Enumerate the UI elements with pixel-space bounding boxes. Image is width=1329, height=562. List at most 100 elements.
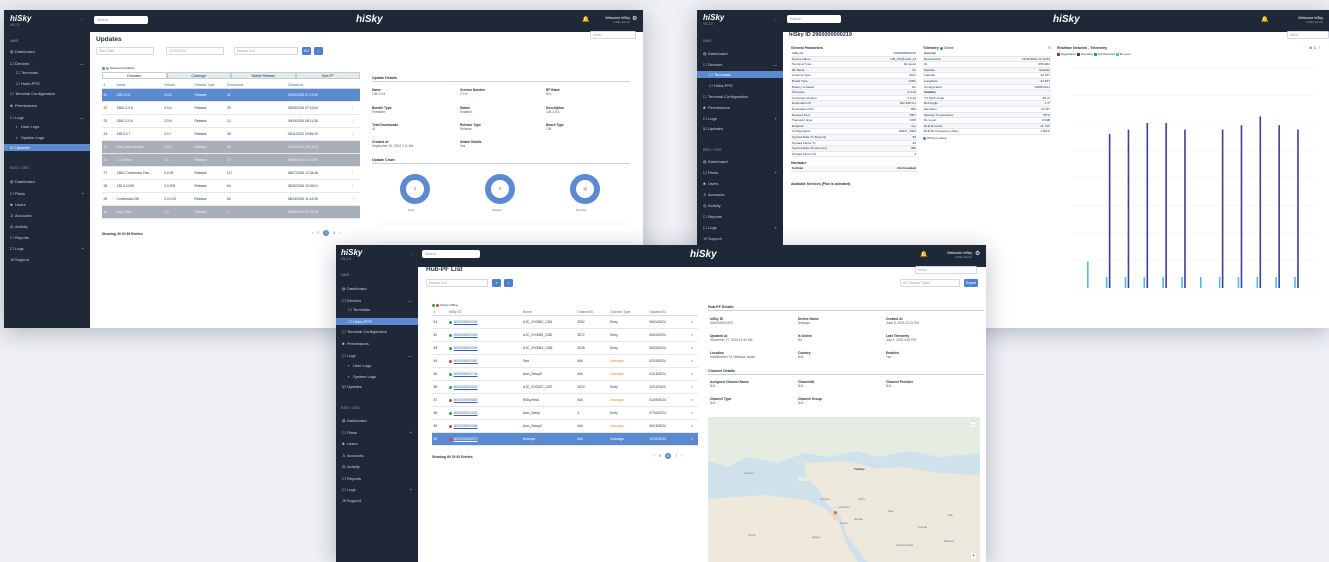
start-date-input[interactable]: Start Date bbox=[96, 47, 154, 55]
table-row[interactable]: 53 5000000002054 UJC_CH3054_1353 3026 Entry… bbox=[432, 341, 698, 355]
user-welcome[interactable]: Welcome hiSky hiSky Admin bbox=[1281, 16, 1323, 25]
table-row[interactable]: 27 138G Conversion Fas... 0.0.99 Release 117… bbox=[102, 166, 360, 180]
bss-nav-accounts[interactable]: ♙Accounts bbox=[697, 191, 783, 198]
hisky-id-cell[interactable]: 5000000004972 bbox=[447, 432, 522, 446]
hisky-id-link[interactable]: 5000000003022 bbox=[454, 385, 478, 389]
hisky-id-link[interactable]: 5000000002052 bbox=[454, 320, 478, 324]
nav-terminals[interactable]: ☐Terminals bbox=[336, 306, 418, 313]
export-button[interactable]: Export bbox=[964, 279, 978, 287]
nav-terminals[interactable]: ☐Terminals bbox=[697, 71, 783, 78]
page-5[interactable]: 5 bbox=[659, 454, 661, 458]
nav-updates[interactable]: ☑Updates bbox=[336, 383, 418, 390]
location-map[interactable]: ● Türkiye Greece Syria Iraq Iran Cyprus … bbox=[708, 417, 980, 562]
nav-updates[interactable]: ☑Updates bbox=[4, 144, 90, 151]
search-button[interactable]: ⌕ bbox=[314, 47, 323, 55]
table-row[interactable]: 59 5000000002084 Alon_Setup2 N/A Unassign 06… bbox=[432, 419, 698, 433]
bss-nav-reports[interactable]: ☐Reports bbox=[336, 475, 418, 482]
next-page-icon[interactable]: › bbox=[681, 454, 682, 458]
row-arrow-icon[interactable]: > bbox=[689, 354, 698, 368]
page-3[interactable]: 3 bbox=[323, 230, 330, 236]
bss-nav-support[interactable]: ☏Support bbox=[336, 497, 418, 504]
hisky-id-link[interactable]: 5000000002054 bbox=[454, 346, 478, 350]
go-button[interactable]: GO bbox=[302, 47, 311, 55]
bss-nav-plans[interactable]: ☐Plans + bbox=[4, 190, 90, 197]
gear-icon[interactable]: ⚙ bbox=[975, 250, 980, 257]
bss-nav-dashboard[interactable]: ◍ Dashboard bbox=[697, 158, 783, 165]
hisky-id-link[interactable]: 5000000002067 bbox=[454, 359, 478, 363]
global-search[interactable]: Search bbox=[422, 250, 480, 258]
location-pin-icon[interactable]: ● bbox=[833, 508, 838, 517]
bell-icon[interactable]: 🔔 bbox=[920, 251, 927, 258]
nav-logs[interactable]: ☐Logs — bbox=[336, 352, 418, 359]
table-row[interactable]: 58 5000000002083 Alon_Setup 4 Entry 07/04/20… bbox=[432, 406, 698, 420]
nav-hubs[interactable]: ☐Hubs-PPS bbox=[697, 82, 783, 89]
hisky-id-cell[interactable]: 5000000003022 bbox=[447, 380, 522, 394]
row-arrow-icon[interactable]: > bbox=[689, 419, 698, 433]
row-menu-icon[interactable]: ⋮ bbox=[349, 166, 360, 180]
bss-nav-plans[interactable]: ☐Plans + bbox=[336, 429, 418, 436]
global-search[interactable]: Search bbox=[94, 16, 148, 24]
whois-lookup[interactable]: Whois Lookup bbox=[923, 136, 1051, 140]
row-arrow-icon[interactable]: > bbox=[689, 432, 698, 446]
table-row[interactable]: 52 5000000002053 UJC_CH3053_1352 3072 Entry… bbox=[432, 328, 698, 342]
hisky-id-cell[interactable]: 5000000002083 bbox=[447, 406, 522, 420]
bell-icon[interactable]: 🔔 bbox=[1261, 16, 1268, 23]
tab-coverage[interactable]: Coverage bbox=[166, 72, 231, 79]
table-row[interactable]: 60 5000000004972 Netanya N/A Unassign 12/31/… bbox=[432, 432, 698, 446]
page-2[interactable]: 2 bbox=[317, 231, 319, 235]
tab-mobile-release[interactable]: Mobile Release bbox=[231, 72, 296, 79]
nav-devices[interactable]: ☐Devices — bbox=[697, 61, 783, 68]
nav-dashboard[interactable]: ◍ Dashboard bbox=[697, 50, 783, 57]
row-menu-icon[interactable]: ⋮ bbox=[349, 192, 360, 206]
nav-permissions[interactable]: ♣ Permissions bbox=[697, 104, 783, 111]
table-row[interactable]: 51 5000000002052 UJC_CH3052_1351 3052 Entry… bbox=[432, 315, 698, 329]
bss-nav-support[interactable]: ☏Support bbox=[697, 235, 783, 242]
zoom-in-icon[interactable]: + bbox=[971, 553, 976, 559]
bss-nav-logs[interactable]: ☐Logs + bbox=[336, 486, 418, 493]
nav-logs[interactable]: ☐Logs — bbox=[4, 114, 90, 121]
hisky-id-cell[interactable]: 5000000002052 bbox=[447, 315, 522, 329]
channel-type-select[interactable]: All Channel Types bbox=[900, 279, 960, 287]
bell-icon[interactable]: 🔔 bbox=[582, 16, 589, 23]
nav-devices[interactable]: ☐Devices — bbox=[4, 60, 90, 67]
nav-logs[interactable]: ☐Logs + bbox=[697, 115, 783, 122]
nav-permissions[interactable]: ♣ Permissions bbox=[4, 102, 90, 109]
hisky-id-link[interactable]: 5000000002083 bbox=[454, 411, 478, 415]
bss-nav-logs[interactable]: ☐Logs + bbox=[4, 245, 90, 252]
row-arrow-icon[interactable]: > bbox=[689, 393, 698, 407]
hisky-id-cell[interactable]: 5000000002054 bbox=[447, 341, 522, 355]
nav-system-logs[interactable]: ▪ System Logs bbox=[336, 373, 418, 380]
bss-nav-activity[interactable]: ◎ Activity bbox=[4, 223, 90, 230]
row-menu-icon[interactable]: ⋮ bbox=[349, 153, 360, 167]
page-4[interactable]: 4 bbox=[333, 231, 335, 235]
table-row[interactable]: 57 5000000009880 HiSkyTest1 N/A Unassign 01/… bbox=[432, 393, 698, 407]
hisky-id-cell[interactable]: 5000000002067 bbox=[447, 354, 522, 368]
nav-devices[interactable]: ☐Devices — bbox=[336, 297, 418, 304]
table-row[interactable]: 25 Test_Apachelease 2.0.2 Release 55 09/10/20… bbox=[102, 140, 360, 154]
row-menu-icon[interactable]: ⋮ bbox=[349, 127, 360, 141]
fullscreen-icon[interactable]: ⛶ bbox=[970, 421, 976, 427]
prev-page-icon[interactable]: ‹ bbox=[654, 454, 655, 458]
row-menu-icon[interactable]: ⋮ bbox=[349, 88, 360, 102]
table-row[interactable]: 26 1.1.0.Beta 0.2 Release 15 09/08/2024 14:10… bbox=[102, 153, 360, 167]
row-arrow-icon[interactable]: > bbox=[689, 328, 698, 342]
search-input[interactable]: Search Text bbox=[426, 279, 488, 287]
chart-tools-icon[interactable]: ⚙ ⇩ ⋮ bbox=[1309, 46, 1321, 50]
tab-firmware[interactable]: Firmware bbox=[102, 72, 167, 79]
table-row[interactable]: 30 Test_Files 1.2 Release 1 08/06/2024 07:21:… bbox=[102, 205, 360, 219]
row-arrow-icon[interactable]: > bbox=[689, 406, 698, 420]
table-row[interactable]: 31 138.2.0.6 2.0.6 Release 41 09/30/2024 07:1… bbox=[102, 88, 360, 102]
hisky-id-cell[interactable]: 5000000002053 bbox=[447, 328, 522, 342]
row-menu-icon[interactable]: ⋮ bbox=[349, 140, 360, 154]
row-menu-icon[interactable]: ⋮ bbox=[349, 179, 360, 193]
bss-nav-activity[interactable]: ◎ Activity bbox=[697, 202, 783, 209]
nav-hubs[interactable]: ☐Hubs-PPS bbox=[4, 80, 90, 87]
menu-select[interactable]: Menu bbox=[590, 31, 636, 39]
table-row[interactable]: 22 138G.2.0.6 2.0.6 Release 25 09/26/2024 07:… bbox=[102, 101, 360, 115]
bss-nav-plans[interactable]: ☐Plans + bbox=[697, 169, 783, 176]
nav-system-logs[interactable]: ▪ System Logs bbox=[4, 134, 90, 141]
nav-dashboard[interactable]: ◍ Dashboard bbox=[4, 48, 90, 55]
collapse-arrow-icon[interactable]: ← bbox=[80, 16, 85, 22]
bss-nav-dashboard[interactable]: ◍ Dashboard bbox=[336, 417, 418, 424]
go-button[interactable]: ≡ bbox=[492, 279, 501, 287]
